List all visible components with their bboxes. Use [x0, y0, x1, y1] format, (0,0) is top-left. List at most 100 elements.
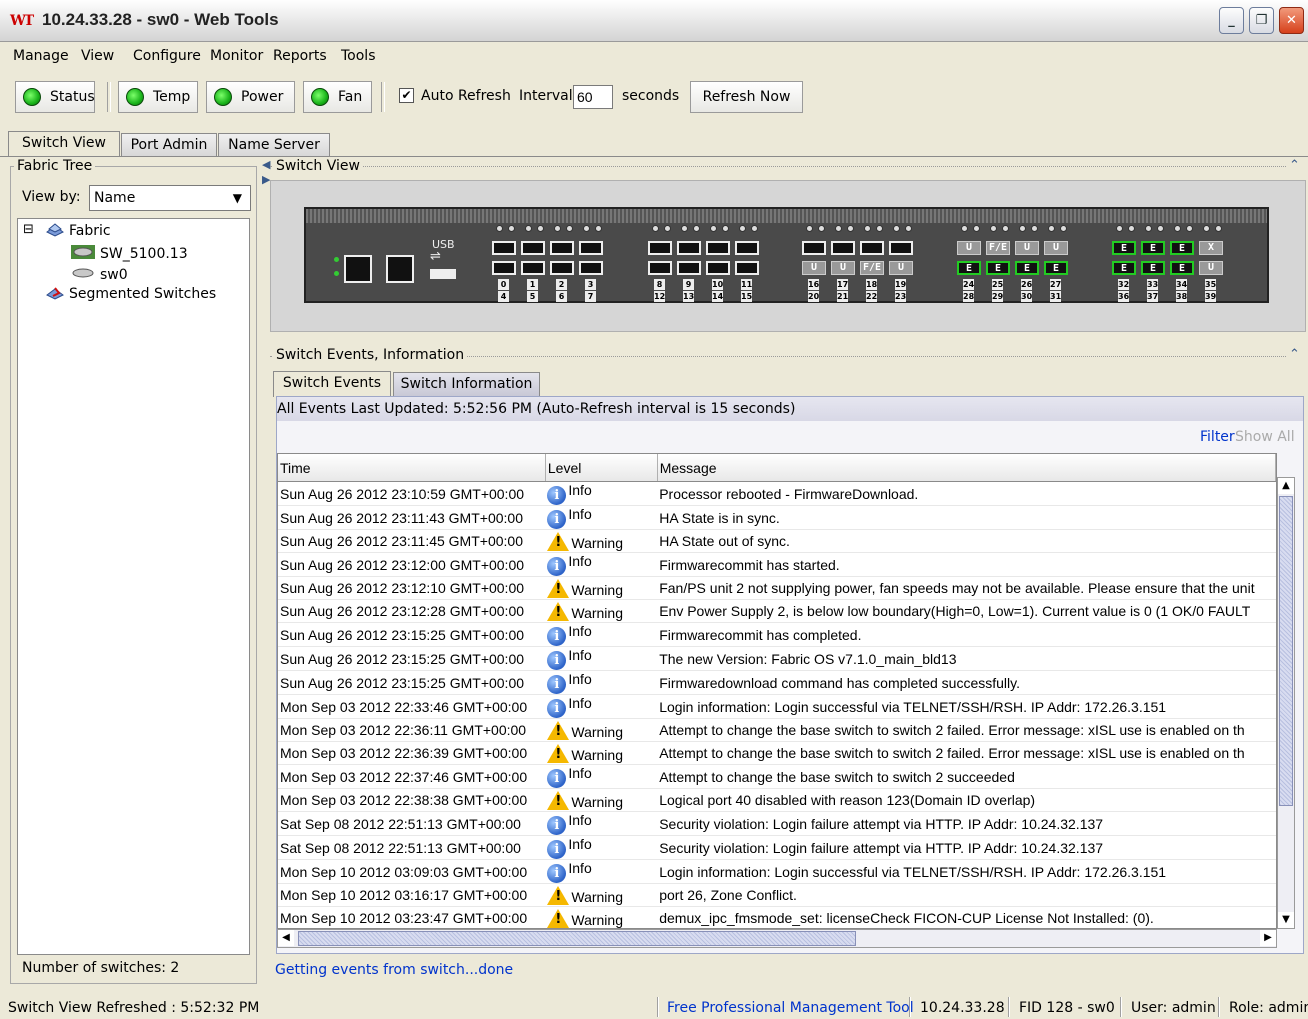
port-20[interactable]: U: [802, 261, 826, 275]
table-row[interactable]: Sun Aug 26 2012 23:12:28 GMT+00:00 Warnin…: [278, 599, 1276, 623]
filter-link[interactable]: Filter: [1200, 429, 1235, 445]
port-37[interactable]: E: [1141, 261, 1165, 275]
table-row[interactable]: Mon Sep 10 2012 03:09:03 GMT+00:00 i Info L…: [278, 859, 1276, 884]
tree-node-fabric[interactable]: Fabric: [45, 223, 111, 239]
port-34[interactable]: E: [1170, 241, 1194, 255]
port-10[interactable]: [706, 241, 730, 255]
show-all-link[interactable]: Show All: [1235, 429, 1295, 445]
table-row[interactable]: Sun Aug 26 2012 23:15:25 GMT+00:00 i Info F…: [278, 670, 1276, 695]
port-19[interactable]: [889, 241, 913, 255]
restore-button[interactable]: ❐: [1249, 7, 1274, 34]
scroll-up-icon[interactable]: ▲: [1278, 478, 1294, 494]
port-17[interactable]: [831, 241, 855, 255]
view-by-select[interactable]: Name ▼: [89, 185, 251, 211]
port-38[interactable]: E: [1170, 261, 1194, 275]
tab-switch-information[interactable]: Switch Information: [393, 372, 540, 396]
table-row[interactable]: Mon Sep 10 2012 03:23:47 GMT+00:00 Warnin…: [278, 906, 1276, 928]
table-row[interactable]: Sat Sep 08 2012 22:51:13 GMT+00:00 i Info S…: [278, 811, 1276, 836]
table-row[interactable]: Sat Sep 08 2012 22:51:13 GMT+00:00 i Info S…: [278, 835, 1276, 860]
table-row[interactable]: Sun Aug 26 2012 23:15:25 GMT+00:00 i Info T…: [278, 646, 1276, 671]
column-header-level[interactable]: Level: [545, 454, 658, 482]
port-16[interactable]: [802, 241, 826, 255]
port-35[interactable]: X: [1199, 241, 1223, 255]
port-32[interactable]: E: [1112, 241, 1136, 255]
interval-input[interactable]: [573, 85, 613, 109]
port-27[interactable]: U: [1044, 241, 1068, 255]
column-header-time[interactable]: Time: [278, 454, 546, 482]
port-7[interactable]: [579, 261, 603, 275]
port-36[interactable]: E: [1112, 261, 1136, 275]
fan-button[interactable]: Fan: [303, 81, 372, 113]
refresh-now-button[interactable]: Refresh Now: [690, 81, 803, 113]
tab-port-admin[interactable]: Port Admin: [121, 133, 217, 157]
tree-collapse-icon[interactable]: ⊟: [23, 222, 34, 237]
port-23[interactable]: U: [889, 261, 913, 275]
port-13[interactable]: [677, 261, 701, 275]
column-header-message[interactable]: Message: [657, 454, 1276, 482]
table-row[interactable]: Mon Sep 03 2012 22:36:39 GMT+00:00 Warnin…: [278, 741, 1276, 765]
table-row[interactable]: Mon Sep 03 2012 22:33:46 GMT+00:00 i Info L…: [278, 694, 1276, 719]
menu-manage[interactable]: Manage: [13, 48, 69, 64]
menu-reports[interactable]: Reports: [273, 48, 327, 64]
port-21[interactable]: U: [831, 261, 855, 275]
tab-switch-events[interactable]: Switch Events: [273, 371, 391, 397]
port-28[interactable]: E: [957, 261, 981, 275]
port-18[interactable]: [860, 241, 884, 255]
temp-button[interactable]: Temp: [118, 81, 198, 113]
port-1[interactable]: [521, 241, 545, 255]
table-row[interactable]: Mon Sep 03 2012 22:37:46 GMT+00:00 i Info A…: [278, 764, 1276, 789]
port-33[interactable]: E: [1141, 241, 1165, 255]
power-button[interactable]: Power: [206, 81, 295, 113]
table-row[interactable]: Sun Aug 26 2012 23:15:25 GMT+00:00 i Info F…: [278, 622, 1276, 647]
port-29[interactable]: E: [986, 261, 1010, 275]
port-25[interactable]: F/E: [986, 241, 1010, 255]
port-5[interactable]: [521, 261, 545, 275]
port-31[interactable]: E: [1044, 261, 1068, 275]
port-26[interactable]: U: [1015, 241, 1039, 255]
tab-name-server[interactable]: Name Server: [218, 133, 330, 157]
status-button[interactable]: Status: [15, 81, 95, 113]
port-39[interactable]: U: [1199, 261, 1223, 275]
vertical-scrollbar[interactable]: ▲ ▼: [1277, 477, 1295, 929]
port-24[interactable]: U: [957, 241, 981, 255]
port-6[interactable]: [550, 261, 574, 275]
port-11[interactable]: [735, 241, 759, 255]
port-0[interactable]: [492, 241, 516, 255]
port-30[interactable]: E: [1015, 261, 1039, 275]
menu-tools[interactable]: Tools: [341, 48, 376, 64]
free-tool-link[interactable]: Free Professional Management Tool: [667, 1000, 914, 1016]
minimize-button[interactable]: _: [1219, 7, 1244, 34]
port-2[interactable]: [550, 241, 574, 255]
table-row[interactable]: Sun Aug 26 2012 23:12:10 GMT+00:00 Warnin…: [278, 576, 1276, 600]
tree-node-sw0[interactable]: sw0: [70, 265, 128, 283]
tree-node-segmented[interactable]: Segmented Switches: [45, 286, 216, 302]
table-row[interactable]: Mon Sep 03 2012 22:36:11 GMT+00:00 Warnin…: [278, 718, 1276, 742]
horizontal-scroll-thumb[interactable]: [298, 931, 856, 946]
scroll-right-icon[interactable]: ▶: [1260, 930, 1276, 946]
table-row[interactable]: Sun Aug 26 2012 23:11:43 GMT+00:00 i Info H…: [278, 505, 1276, 530]
port-8[interactable]: [648, 241, 672, 255]
port-9[interactable]: [677, 241, 701, 255]
table-row[interactable]: Sun Aug 26 2012 23:10:59 GMT+00:00 i Info P…: [278, 481, 1276, 506]
table-row[interactable]: Mon Sep 10 2012 03:16:17 GMT+00:00 Warnin…: [278, 883, 1276, 907]
scroll-down-icon[interactable]: ▼: [1278, 912, 1294, 928]
menu-configure[interactable]: Configure: [133, 48, 201, 64]
port-12[interactable]: [648, 261, 672, 275]
port-14[interactable]: [706, 261, 730, 275]
switch-chassis[interactable]: USB ⇌ 04152637 8 12 9 13 10 14 11 15 U 16 20 U 17 21…: [304, 207, 1269, 303]
close-button[interactable]: ✕: [1279, 7, 1304, 34]
auto-refresh-checkbox[interactable]: ✔: [399, 88, 414, 103]
tree-node-sw5100[interactable]: SW_5100.13: [70, 244, 188, 262]
collapse-up-icon[interactable]: ⌃: [1289, 347, 1300, 362]
menu-view[interactable]: View: [81, 48, 114, 64]
collapse-up-icon[interactable]: ⌃: [1289, 158, 1300, 173]
menu-monitor[interactable]: Monitor: [210, 48, 263, 64]
port-3[interactable]: [579, 241, 603, 255]
table-row[interactable]: Sun Aug 26 2012 23:11:45 GMT+00:00 Warnin…: [278, 529, 1276, 553]
scroll-left-icon[interactable]: ◀: [278, 930, 294, 946]
horizontal-scrollbar[interactable]: ◀ ▶: [277, 929, 1277, 948]
collapse-left-icon[interactable]: ◀: [262, 158, 270, 171]
vertical-scroll-thumb[interactable]: [1279, 496, 1293, 806]
table-row[interactable]: Mon Sep 03 2012 22:38:38 GMT+00:00 Warnin…: [278, 788, 1276, 812]
port-4[interactable]: [492, 261, 516, 275]
